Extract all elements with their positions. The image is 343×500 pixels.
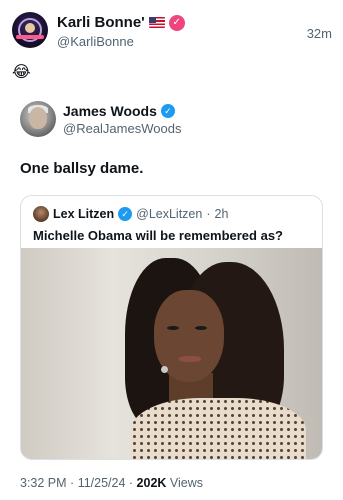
tweet-photo[interactable] bbox=[21, 248, 322, 459]
avatar[interactable] bbox=[33, 206, 49, 222]
quoted-tweet-header: James Woods ✓ @RealJamesWoods bbox=[20, 101, 330, 141]
author-name-row: Karli Bonne' ✓ bbox=[57, 14, 185, 31]
avatar[interactable] bbox=[12, 12, 48, 48]
inner-author-display-name[interactable]: Lex Litzen bbox=[53, 207, 114, 221]
tweet-time[interactable]: 3:32 PM bbox=[20, 476, 67, 490]
separator-dot: · bbox=[206, 207, 211, 221]
quoted-author-display-name[interactable]: James Woods bbox=[63, 103, 157, 119]
inner-quoted-tweet-card[interactable]: Lex Litzen ✓ @LexLitzen · 2h Michelle Ob… bbox=[20, 195, 323, 460]
outer-tweet-header: Karli Bonne' ✓ @KarliBonne 32m bbox=[12, 12, 332, 52]
separator-dot: · bbox=[128, 476, 137, 490]
tweet-timestamp[interactable]: 32m bbox=[307, 26, 332, 41]
tweet-text: 😂 bbox=[12, 64, 31, 81]
quoted-author-name-row: James Woods ✓ bbox=[63, 103, 175, 119]
tweet-footer-meta: 3:32 PM · 11/25/24 · 202K Views bbox=[20, 476, 203, 490]
inner-tweet-header: Lex Litzen ✓ @LexLitzen · 2h bbox=[33, 206, 228, 222]
us-flag-icon bbox=[148, 17, 165, 28]
views-label: Views bbox=[169, 476, 204, 490]
verified-badge-pink-icon: ✓ bbox=[168, 14, 185, 31]
views-count[interactable]: 202K bbox=[137, 476, 167, 490]
quoted-author-handle[interactable]: @RealJamesWoods bbox=[63, 121, 181, 136]
verified-badge-icon: ✓ bbox=[118, 207, 133, 221]
tweet-date[interactable]: 11/25/24 bbox=[78, 476, 126, 490]
avatar[interactable] bbox=[20, 101, 56, 137]
author-display-name[interactable]: Karli Bonne' bbox=[57, 14, 145, 31]
inner-tweet-timestamp[interactable]: 2h bbox=[215, 207, 229, 221]
inner-author-handle[interactable]: @LexLitzen bbox=[136, 207, 202, 221]
separator-dot: · bbox=[70, 476, 78, 490]
author-handle[interactable]: @KarliBonne bbox=[57, 34, 134, 49]
quoted-tweet-text: One ballsy dame. bbox=[20, 160, 144, 177]
verified-badge-icon: ✓ bbox=[160, 104, 175, 118]
inner-tweet-text: Michelle Obama will be remembered as? bbox=[33, 228, 283, 243]
